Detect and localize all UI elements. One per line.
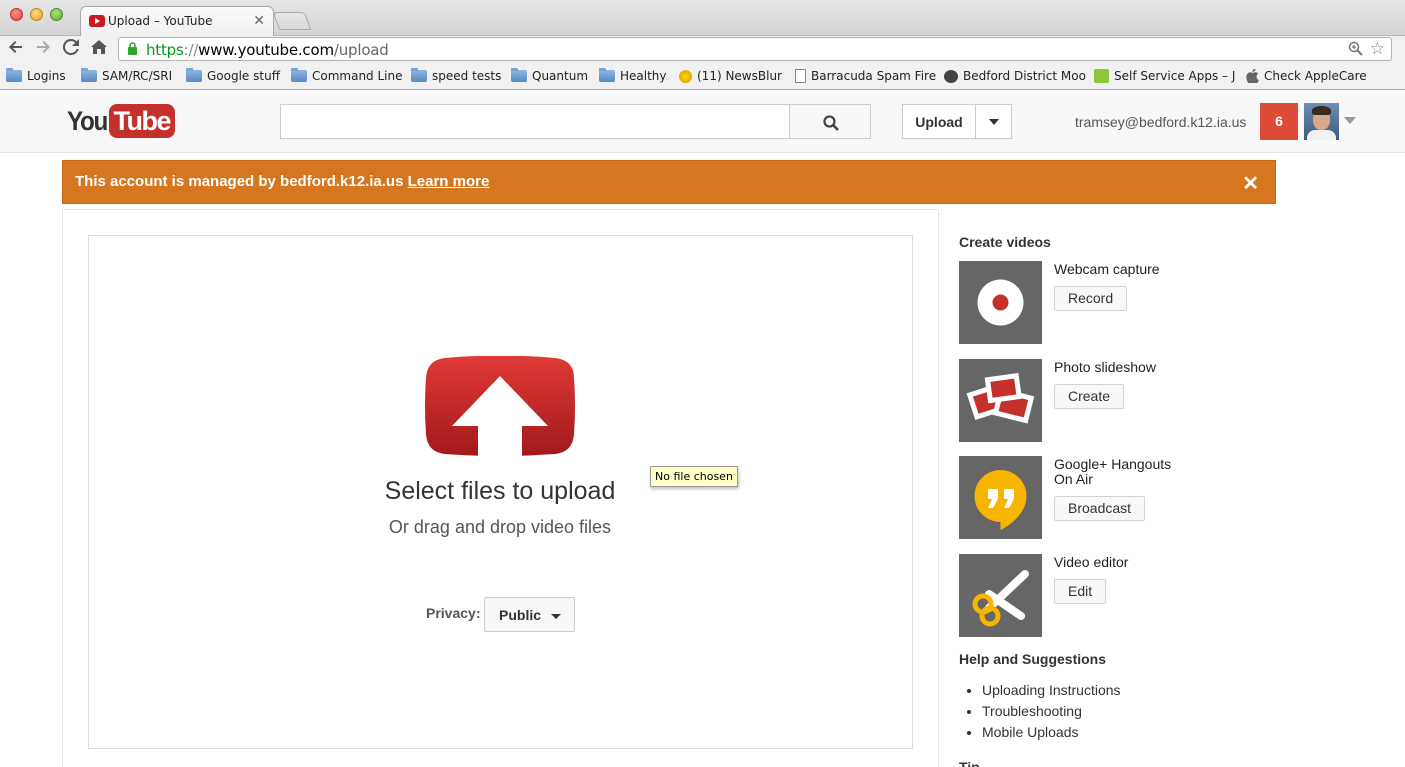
upload-button[interactable]: Upload	[902, 104, 976, 139]
create-videos-heading: Create videos	[959, 234, 1051, 250]
window-close-button[interactable]	[10, 8, 23, 21]
window-maximize-button[interactable]	[50, 8, 63, 21]
folder-icon	[6, 68, 22, 82]
bookmark-command-line[interactable]: Command Line	[291, 68, 403, 83]
learn-more-link[interactable]: Learn more	[408, 173, 490, 190]
apple-icon	[1246, 68, 1259, 85]
privacy-value: Public	[499, 607, 542, 623]
photo-slideshow-label: Photo slideshow	[1054, 359, 1156, 375]
browser-toolbar: https://www.youtube.com/upload ☆	[0, 36, 1405, 64]
slideshow-icon[interactable]	[959, 359, 1042, 442]
edit-button[interactable]: Edit	[1054, 579, 1107, 604]
broadcast-button[interactable]: Broadcast	[1054, 496, 1146, 521]
bookmark-healthy[interactable]: Healthy	[599, 68, 667, 83]
back-arrow-icon[interactable]	[8, 39, 24, 59]
url-text: https://www.youtube.com/upload	[146, 41, 389, 59]
help-link-troubleshooting[interactable]: Troubleshooting	[982, 703, 1121, 724]
help-link-uploading-instructions[interactable]: Uploading Instructions	[982, 682, 1121, 703]
bookmark-bedford-moodle[interactable]: Bedford District Moo	[944, 69, 1086, 83]
address-bar[interactable]: https://www.youtube.com/upload ☆	[118, 37, 1392, 61]
folder-icon	[186, 68, 202, 82]
folder-icon	[291, 68, 307, 82]
lock-icon	[128, 42, 137, 55]
record-button[interactable]: Record	[1054, 286, 1128, 311]
bookmark-speed-tests[interactable]: speed tests	[411, 68, 501, 83]
window-minimize-button[interactable]	[30, 8, 43, 21]
folder-icon	[81, 68, 97, 82]
bookmark-newsblur[interactable]: (11) NewsBlur	[679, 69, 782, 83]
new-tab-button[interactable]	[272, 12, 312, 30]
bookmark-check-applecare[interactable]: Check AppleCare	[1246, 68, 1367, 85]
chevron-down-icon	[551, 614, 561, 619]
scissors-icon[interactable]	[959, 554, 1042, 637]
create-button[interactable]: Create	[1054, 384, 1125, 409]
help-links: Uploading Instructions Troubleshooting M…	[982, 682, 1121, 745]
banner-close-icon[interactable]: ✕	[1242, 171, 1259, 196]
zoom-icon[interactable]	[1348, 41, 1363, 60]
avatar[interactable]	[1304, 103, 1339, 140]
notification-badge[interactable]: 6	[1260, 103, 1298, 140]
tip-heading: Tip	[959, 759, 980, 767]
bookmark-star-icon[interactable]: ☆	[1370, 39, 1385, 59]
youtube-logo[interactable]: You Tube	[67, 104, 175, 138]
folder-icon	[599, 68, 615, 82]
youtube-header: You Tube Upload tramsey@bedford.k12.ia.us…	[0, 90, 1405, 153]
managed-account-banner: This account is managed by bedford.k12.i…	[62, 160, 1276, 204]
account-menu-chevron-down-icon[interactable]	[1344, 117, 1356, 124]
bookmark-sam-rc-sri[interactable]: SAM/RC/SRI	[81, 68, 172, 83]
search-button[interactable]	[789, 104, 871, 139]
page-icon	[795, 69, 806, 83]
bookmarks-bar: Logins SAM/RC/SRI Google stuff Command L…	[0, 64, 1405, 90]
bookmark-self-service[interactable]: Self Service Apps – J	[1094, 69, 1235, 83]
search-input[interactable]	[280, 104, 790, 139]
newsblur-icon	[679, 69, 692, 83]
privacy-dropdown[interactable]: Public	[484, 597, 575, 632]
bookmark-logins[interactable]: Logins	[6, 68, 66, 83]
home-icon[interactable]	[91, 39, 107, 59]
bookmark-google-stuff[interactable]: Google stuff	[186, 68, 280, 83]
file-input-tooltip: No file chosen	[650, 466, 738, 487]
privacy-label: Privacy:	[426, 605, 481, 621]
forward-arrow-icon[interactable]	[35, 39, 51, 59]
browser-tab-active[interactable]: Upload – YouTube ✕	[80, 6, 274, 37]
record-icon[interactable]	[959, 261, 1042, 344]
browser-tab-strip: Upload – YouTube ✕	[0, 0, 1405, 37]
account-email[interactable]: tramsey@bedford.k12.ia.us	[1075, 114, 1246, 130]
banner-message: This account is managed by bedford.k12.i…	[75, 173, 408, 190]
upload-arrow-icon[interactable]	[425, 356, 575, 456]
folder-icon	[411, 68, 427, 82]
webcam-capture-label: Webcam capture	[1054, 261, 1160, 277]
tab-title: Upload – YouTube	[108, 14, 213, 28]
reload-icon[interactable]	[62, 38, 79, 59]
hangouts-on-air-label: Google+ Hangouts On Air	[1054, 456, 1172, 487]
upload-menu-chevron-down-icon[interactable]	[975, 104, 1012, 139]
help-heading: Help and Suggestions	[959, 651, 1107, 667]
bookmark-barracuda[interactable]: Barracuda Spam Fire	[795, 69, 936, 83]
help-link-mobile-uploads[interactable]: Mobile Uploads	[982, 724, 1121, 745]
tab-close-icon[interactable]: ✕	[253, 12, 265, 29]
select-files-title[interactable]: Select files to upload	[300, 477, 700, 506]
video-editor-label: Video editor	[1054, 554, 1129, 570]
hangouts-icon[interactable]	[959, 456, 1042, 539]
jss-icon	[1094, 69, 1109, 83]
bookmark-quantum[interactable]: Quantum	[511, 68, 588, 83]
folder-icon	[511, 68, 527, 82]
moodle-icon	[944, 69, 958, 83]
search-icon	[823, 115, 839, 131]
drag-drop-hint: Or drag and drop video files	[388, 517, 612, 537]
youtube-favicon-icon	[89, 15, 105, 27]
